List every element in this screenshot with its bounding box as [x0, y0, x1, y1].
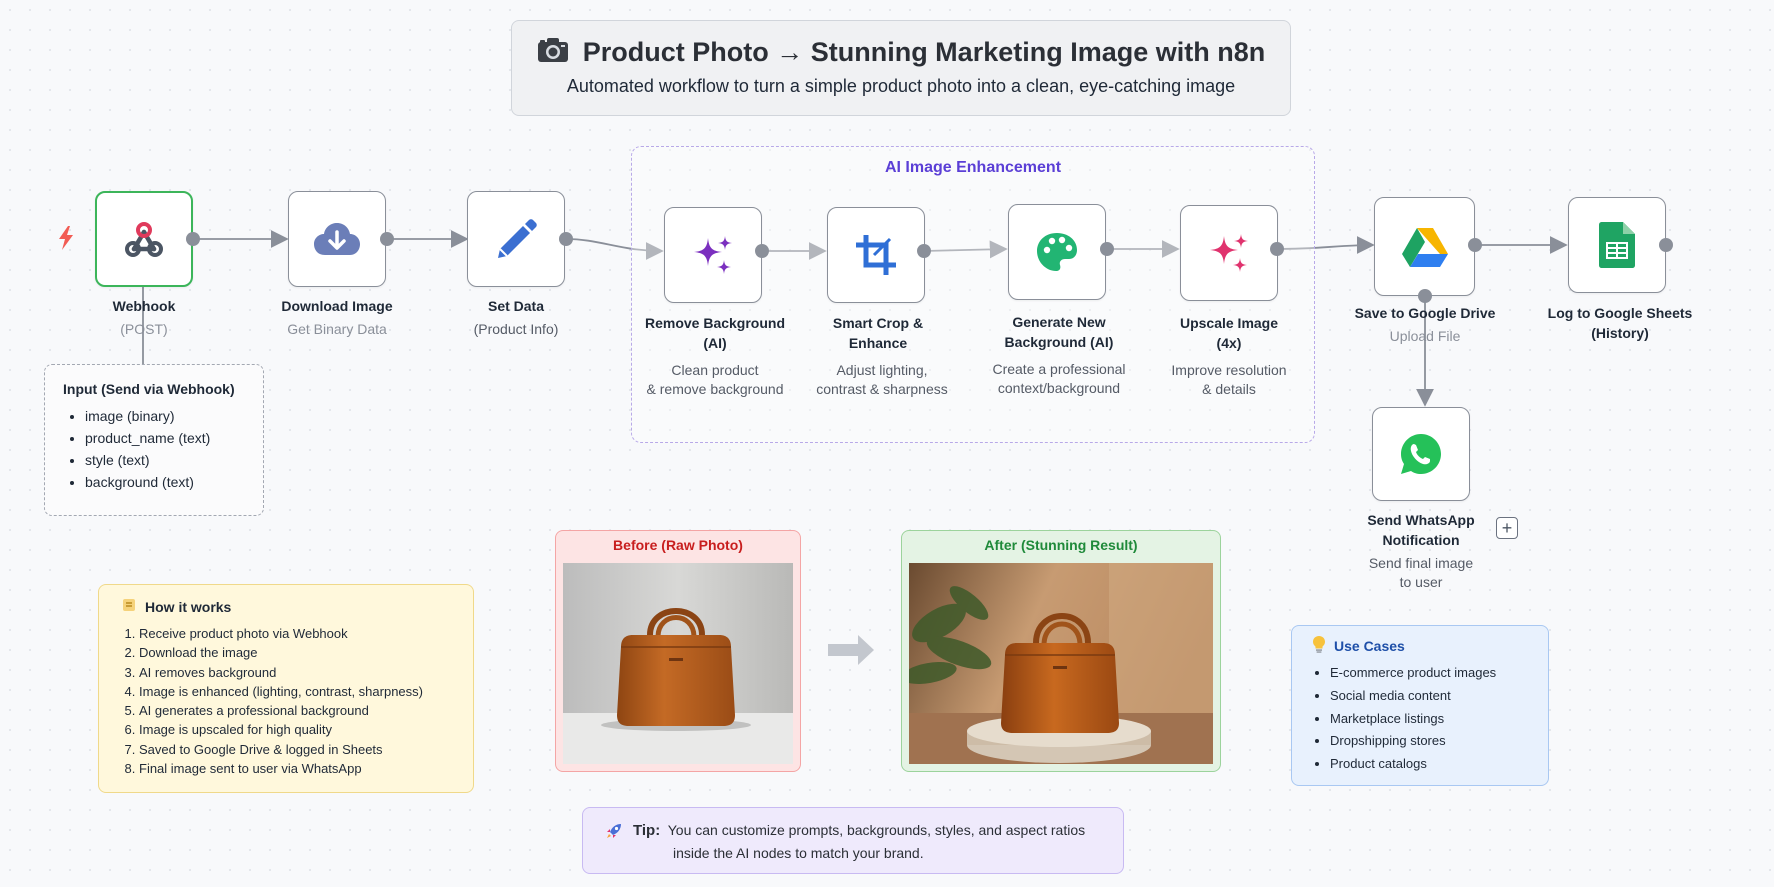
- use-cases-title: Use Cases: [1334, 637, 1405, 654]
- list-item: style (text): [85, 449, 245, 471]
- sparkles-icon: [690, 232, 736, 278]
- list-item: AI generates a professional background: [139, 701, 451, 720]
- node-removebg-label: Remove Background (AI): [644, 315, 786, 351]
- before-photo: [563, 563, 793, 764]
- node-removebg-sublabel: Clean product & remove background: [646, 362, 784, 397]
- list-item: Final image sent to user via WhatsApp: [139, 759, 451, 778]
- after-panel: After (Stunning Result): [901, 530, 1221, 772]
- node-drive-label: Save to Google Drive: [1354, 305, 1496, 321]
- before-after-arrow-head: [858, 635, 874, 665]
- port-download-out[interactable]: [380, 232, 394, 246]
- webhook-icon: [122, 219, 166, 259]
- node-set-data[interactable]: [467, 191, 565, 287]
- node-remove-background[interactable]: [664, 207, 762, 303]
- list-item: Download the image: [139, 643, 451, 662]
- node-crop-label: Smart Crop & Enhance: [832, 315, 924, 351]
- node-download-image[interactable]: [288, 191, 386, 287]
- port-webhook-out[interactable]: [186, 232, 200, 246]
- port-sheets-out[interactable]: [1659, 238, 1673, 252]
- node-drive-sublabel: Upload File: [1389, 328, 1461, 344]
- page-subtitle: Automated workflow to turn a simple prod…: [566, 76, 1236, 96]
- palette-icon: [1035, 231, 1079, 273]
- port-crop-out[interactable]: [917, 244, 931, 258]
- list-item: image (binary): [85, 405, 245, 427]
- rocket-icon: [605, 819, 623, 862]
- tip-label: Tip:: [633, 822, 661, 839]
- lightbulb-icon: [1312, 635, 1326, 656]
- tip-note: Tip: You can customize prompts, backgrou…: [582, 807, 1124, 874]
- how-it-works-steps: Receive product photo via Webhook Downlo…: [121, 624, 451, 778]
- camera-icon: [537, 37, 569, 68]
- list-item: Product catalogs: [1330, 753, 1528, 776]
- after-panel-title: After (Stunning Result): [984, 537, 1138, 553]
- input-note: Input (Send via Webhook) image (binary) …: [44, 364, 264, 516]
- port-drive-out-bottom[interactable]: [1418, 289, 1432, 303]
- list-item: AI removes background: [139, 663, 451, 682]
- how-it-works-title: How it works: [145, 598, 232, 615]
- scroll-icon: [121, 597, 137, 616]
- google-sheets-icon: [1599, 222, 1635, 268]
- list-item: Marketplace listings: [1330, 708, 1528, 731]
- list-item: E-commerce product images: [1330, 662, 1528, 685]
- node-whatsapp-label: Send WhatsApp Notification: [1367, 512, 1475, 548]
- node-smart-crop[interactable]: [827, 207, 925, 303]
- node-webhook[interactable]: [95, 191, 193, 287]
- node-download-sublabel: Get Binary Data: [287, 321, 387, 337]
- input-note-list: image (binary) product_name (text) style…: [63, 405, 245, 493]
- whatsapp-icon: [1399, 432, 1443, 476]
- list-item: Receive product photo via Webhook: [139, 624, 451, 643]
- crop-icon: [854, 233, 898, 277]
- input-note-title: Input (Send via Webhook): [63, 381, 235, 397]
- pencil-icon: [494, 217, 538, 261]
- node-generate-background[interactable]: [1008, 204, 1106, 300]
- use-cases-list: E-commerce product images Social media c…: [1312, 662, 1528, 776]
- sparkles-pink-icon: [1206, 230, 1252, 276]
- tip-text: Tip: You can customize prompts, backgrou…: [633, 819, 1085, 862]
- node-whatsapp[interactable]: [1372, 407, 1470, 501]
- list-item: Social media content: [1330, 685, 1528, 708]
- before-panel-title: Before (Raw Photo): [613, 537, 743, 553]
- tip-line-2: inside the AI nodes to match your brand.: [673, 845, 924, 861]
- port-removebg-out[interactable]: [755, 244, 769, 258]
- node-webhook-sublabel: (POST): [120, 321, 168, 337]
- list-item: Image is upscaled for high quality: [139, 720, 451, 739]
- node-genbg-sublabel: Create a professional context/background: [992, 361, 1126, 396]
- add-node-button[interactable]: +: [1496, 517, 1518, 539]
- node-whatsapp-sublabel: Send final image to user: [1368, 555, 1474, 590]
- node-webhook-label: Webhook: [112, 298, 176, 314]
- before-panel: Before (Raw Photo): [555, 530, 801, 772]
- google-drive-icon: [1401, 227, 1448, 267]
- how-it-works-note: How it works Receive product photo via W…: [98, 584, 474, 793]
- node-download-label: Download Image: [281, 298, 393, 314]
- node-upscale-label: Upscale Image (4x): [1179, 315, 1279, 351]
- list-item: Dropshipping stores: [1330, 730, 1528, 753]
- node-google-sheets[interactable]: [1568, 197, 1666, 293]
- node-genbg-label: Generate New Background (AI): [1004, 314, 1114, 350]
- after-photo: [909, 563, 1213, 764]
- page-title: Product Photo → Stunning Marketing Image…: [582, 37, 1266, 67]
- port-setdata-out[interactable]: [559, 232, 573, 246]
- node-sheets-label: Log to Google Sheets (History): [1547, 305, 1693, 341]
- node-upscale-image[interactable]: [1180, 205, 1278, 301]
- node-setdata-sublabel: (Product Info): [473, 321, 559, 337]
- trigger-bolt-icon: [58, 226, 74, 255]
- list-item: Image is enhanced (lighting, contrast, s…: [139, 682, 451, 701]
- group-title: AI Image Enhancement: [884, 159, 1062, 176]
- cloud-download-icon: [312, 221, 362, 257]
- node-setdata-label: Set Data: [487, 298, 545, 314]
- node-google-drive[interactable]: [1374, 197, 1475, 296]
- port-drive-out[interactable]: [1468, 238, 1482, 252]
- port-genbg-out[interactable]: [1100, 242, 1114, 256]
- list-item: product_name (text): [85, 427, 245, 449]
- list-item: Saved to Google Drive & logged in Sheets: [139, 740, 451, 759]
- port-upscale-out[interactable]: [1270, 242, 1284, 256]
- header-banner: Product Photo → Stunning Marketing Image…: [511, 20, 1291, 116]
- tip-line-1: You can customize prompts, backgrounds, …: [667, 822, 1086, 838]
- node-upscale-sublabel: Improve resolution & details: [1171, 362, 1287, 397]
- use-cases-note: Use Cases E-commerce product images Soci…: [1291, 625, 1549, 786]
- list-item: background (text): [85, 471, 245, 493]
- node-crop-sublabel: Adjust lighting, contrast & sharpness: [816, 362, 948, 397]
